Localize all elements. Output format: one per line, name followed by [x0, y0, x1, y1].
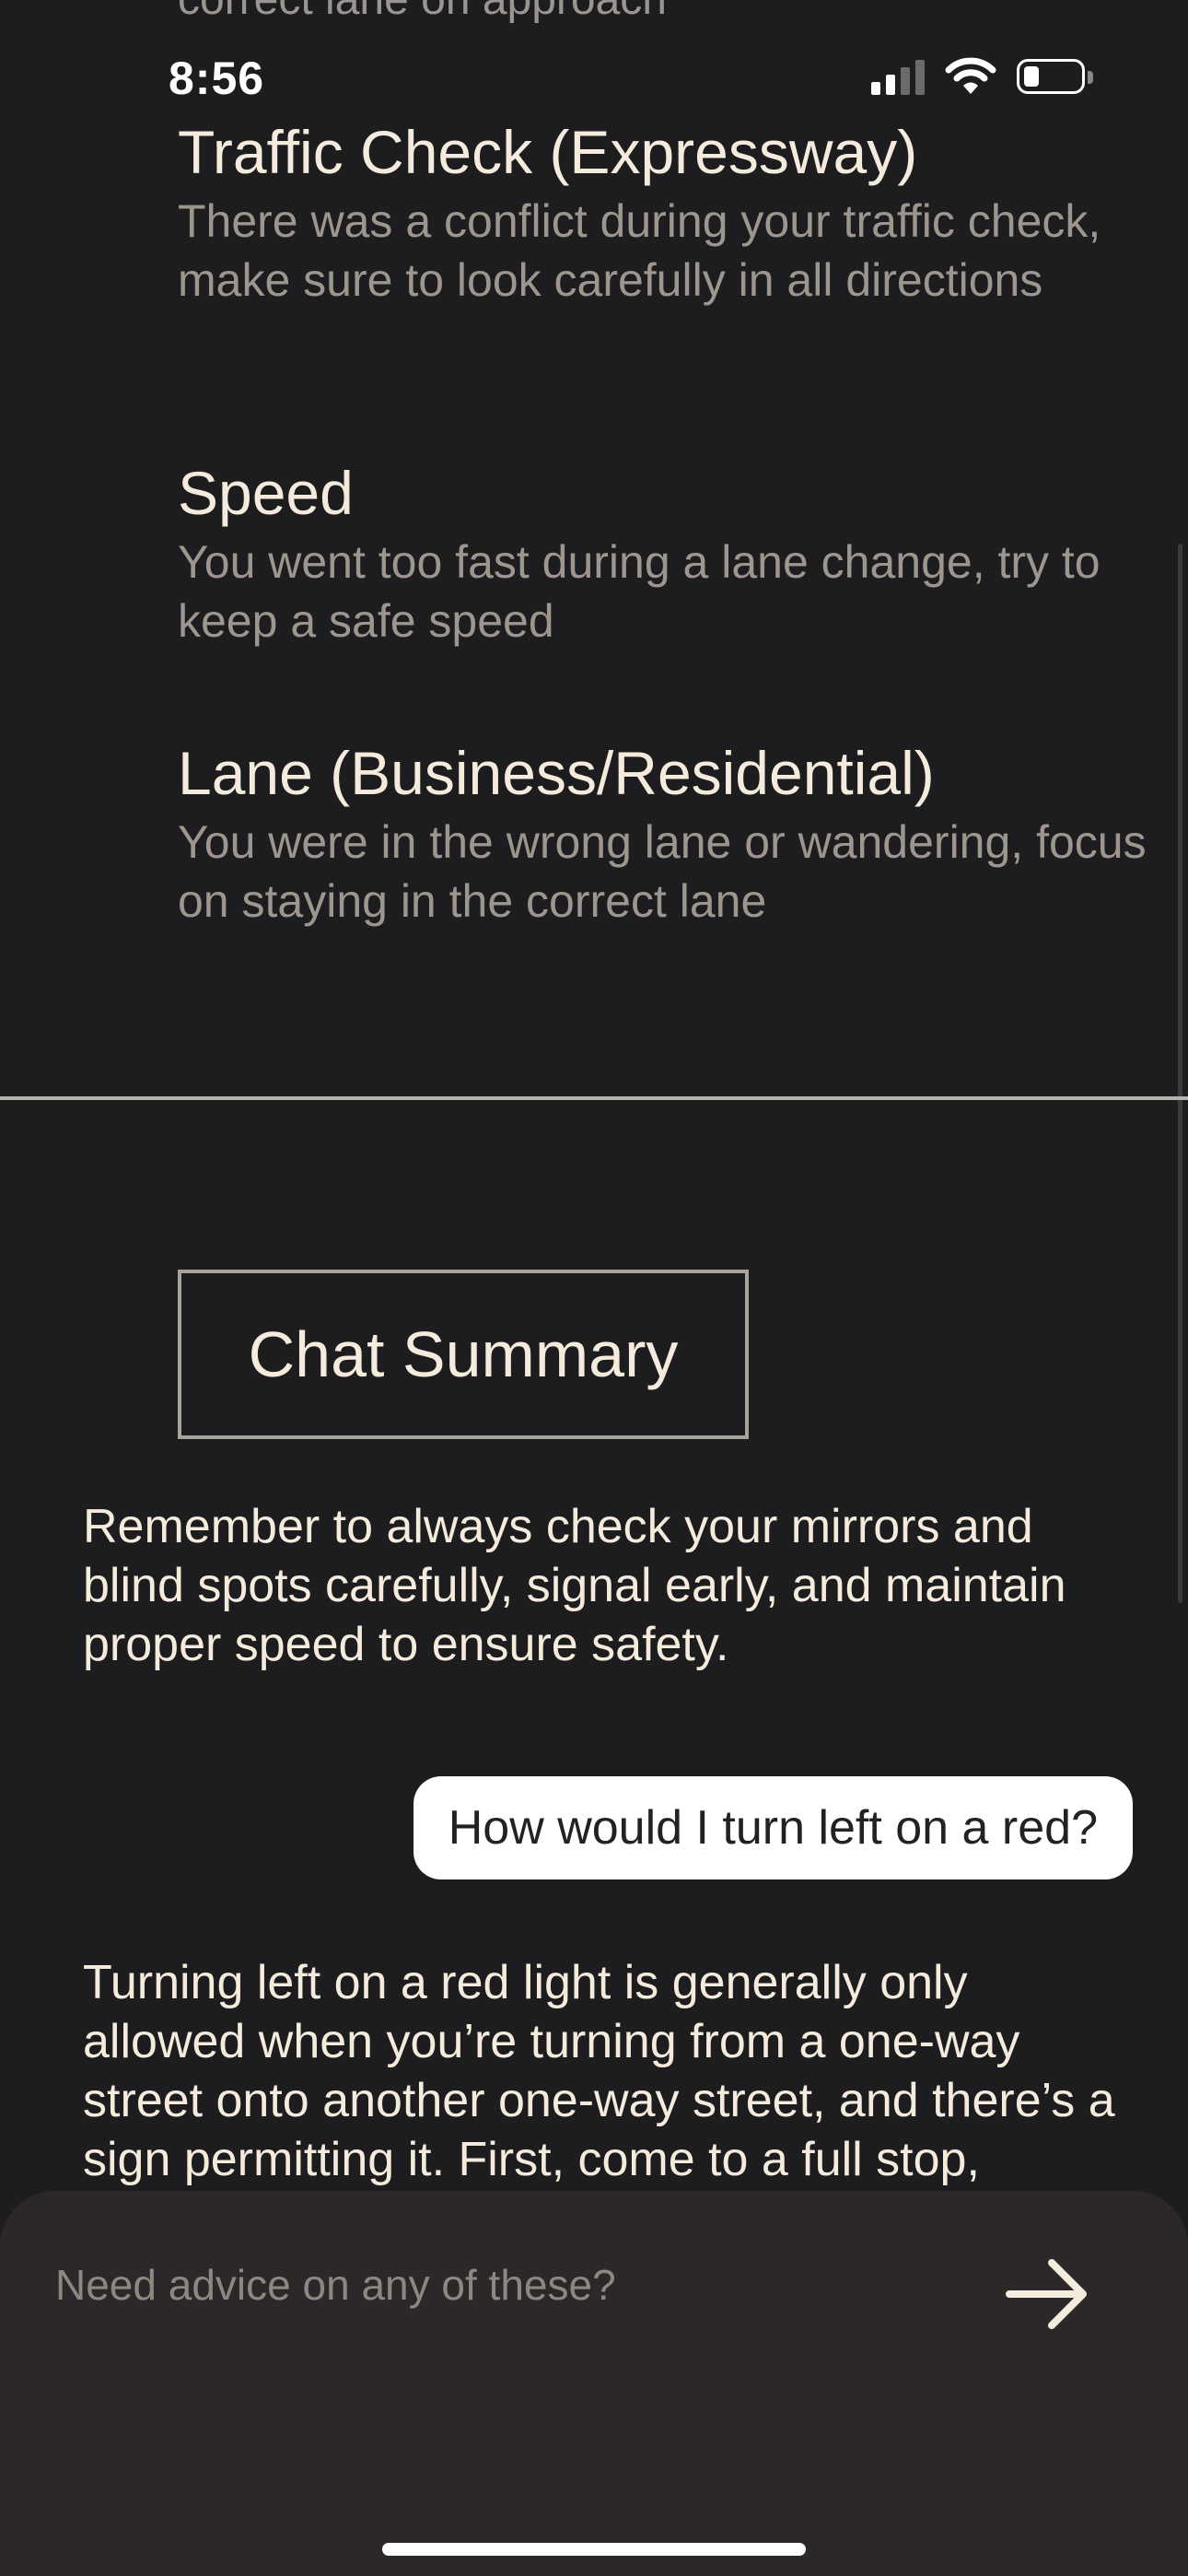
- arrow-right-icon: [1006, 2259, 1087, 2329]
- issue-title: Lane (Business/Residential): [178, 739, 935, 807]
- battery-icon: [1017, 59, 1093, 94]
- scrollbar[interactable]: [1178, 544, 1182, 1603]
- issue-item-speed: Speed You went too fast during a lane ch…: [178, 457, 1154, 650]
- cellular-signal-icon: [871, 58, 925, 95]
- issue-description: You were in the wrong lane or wandering,…: [178, 816, 1147, 927]
- assistant-reply-text: Turning left on a red light is generally…: [83, 1956, 1115, 2186]
- issue-item-lane: Lane (Business/Residential) You were in …: [178, 737, 1154, 931]
- send-button[interactable]: [1000, 2246, 1096, 2342]
- chat-summary-text: Remember to always check your mirrors an…: [83, 1500, 1066, 1671]
- issue-description: There was a conflict during your traffic…: [178, 195, 1101, 306]
- home-indicator: [382, 2543, 806, 2556]
- chat-input[interactable]: [55, 2248, 958, 2322]
- chat-summary-button[interactable]: Chat Summary: [178, 1270, 749, 1439]
- issue-title: Traffic Check (Expressway): [178, 118, 918, 186]
- issue-item-traffic-check: Traffic Check (Expressway) There was a c…: [178, 116, 1154, 310]
- section-divider: [0, 1096, 1188, 1100]
- status-time: 8:56: [169, 53, 265, 104]
- wifi-icon: [945, 57, 996, 94]
- issue-description: You went too fast during a lane change, …: [178, 536, 1101, 647]
- status-icons: [871, 57, 1093, 96]
- user-message-bubble: How would I turn left on a red?: [413, 1776, 1133, 1879]
- cutoff-issue-text: correct lane on approach: [178, 0, 667, 25]
- issue-title: Speed: [178, 459, 354, 527]
